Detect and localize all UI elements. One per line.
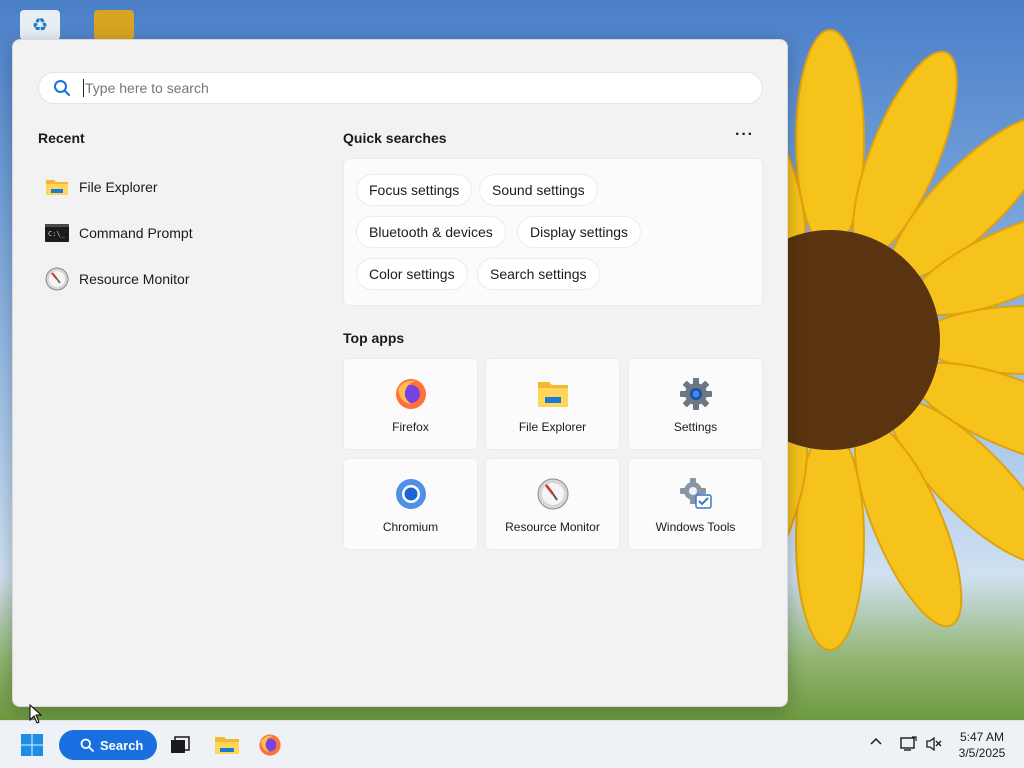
chip-bluetooth-devices[interactable]: Bluetooth & devices	[356, 216, 506, 248]
search-input[interactable]	[83, 79, 733, 97]
task-view-icon	[171, 736, 190, 753]
more-options-button[interactable]: ···	[735, 126, 754, 144]
search-box[interactable]	[38, 72, 763, 104]
recent-heading: Recent	[38, 130, 85, 146]
app-tile-label: Firefox	[392, 420, 429, 434]
app-tile-settings[interactable]: Settings	[628, 358, 763, 450]
gauge-icon	[45, 267, 69, 291]
taskbar-firefox[interactable]	[254, 729, 286, 761]
chromium-icon	[395, 479, 426, 509]
volume-muted-icon[interactable]	[925, 735, 943, 753]
start-button[interactable]	[16, 729, 48, 761]
chip-search-settings[interactable]: Search settings	[477, 258, 600, 290]
gear-icon	[679, 378, 712, 410]
app-tile-file-explorer[interactable]: File Explorer	[485, 358, 620, 450]
mouse-cursor-icon	[29, 704, 43, 724]
recent-item-label: File Explorer	[79, 179, 158, 195]
taskbar-search-button[interactable]: Search	[59, 730, 157, 760]
chip-display-settings[interactable]: Display settings	[517, 216, 642, 248]
chevron-up-icon[interactable]	[869, 735, 883, 749]
tools-icon	[679, 478, 712, 509]
app-tile-firefox[interactable]: Firefox	[343, 358, 478, 450]
clock-time: 5:47 AM	[959, 730, 1005, 744]
recent-item-command-prompt[interactable]: C:\_ Command Prompt	[45, 210, 305, 256]
app-tile-label: Chromium	[382, 520, 439, 534]
task-view-button[interactable]	[164, 729, 196, 761]
search-icon	[80, 738, 94, 752]
app-tile-resource-monitor[interactable]: Resource Monitor	[485, 458, 620, 550]
top-apps-heading: Top apps	[343, 330, 405, 346]
search-panel: Recent File Explorer C:\_ Command Prompt	[12, 39, 788, 707]
app-tile-label: Settings	[673, 420, 718, 434]
recent-item-file-explorer[interactable]: File Explorer	[45, 164, 305, 210]
chip-sound-settings[interactable]: Sound settings	[479, 174, 598, 206]
quick-searches-heading: Quick searches	[343, 130, 447, 146]
app-tile-chromium[interactable]: Chromium	[343, 458, 478, 550]
recent-item-label: Command Prompt	[79, 225, 193, 241]
folder-icon	[537, 382, 568, 407]
network-icon[interactable]	[899, 735, 917, 753]
folder-icon	[215, 737, 239, 754]
chip-color-settings[interactable]: Color settings	[356, 258, 468, 290]
system-clock[interactable]: 5:47 AM 3/5/2025	[950, 729, 1014, 761]
firefox-icon	[395, 379, 426, 409]
chip-focus-settings[interactable]: Focus settings	[356, 174, 473, 206]
clock-date: 3/5/2025	[958, 746, 1006, 760]
wallpaper-thumbnail-icon[interactable]	[94, 10, 134, 40]
firefox-icon	[259, 734, 281, 756]
app-tile-label: File Explorer	[518, 420, 587, 434]
recent-list: File Explorer C:\_ Command Prompt Resour…	[45, 164, 305, 302]
windows-logo-icon	[21, 734, 43, 756]
quick-searches-box: Focus settings Sound settings Bluetooth …	[343, 158, 763, 306]
recent-item-resource-monitor[interactable]: Resource Monitor	[45, 256, 305, 302]
app-tile-label: Resource Monitor	[505, 520, 600, 534]
search-icon	[54, 80, 70, 96]
svg-text:C:\_: C:\_	[48, 230, 66, 238]
terminal-icon: C:\_	[45, 221, 69, 245]
gauge-icon	[537, 478, 568, 510]
taskbar-file-explorer[interactable]	[211, 729, 243, 761]
folder-icon	[45, 175, 69, 199]
taskbar-search-label: Search	[100, 737, 144, 753]
taskbar: Search 5:47 AM 3/5/2025	[0, 720, 1024, 768]
app-tile-windows-tools[interactable]: Windows Tools	[628, 458, 763, 550]
app-tile-label: Windows Tools	[655, 520, 736, 534]
recycle-bin-icon[interactable]: ♻	[20, 10, 60, 40]
recent-item-label: Resource Monitor	[79, 271, 190, 287]
